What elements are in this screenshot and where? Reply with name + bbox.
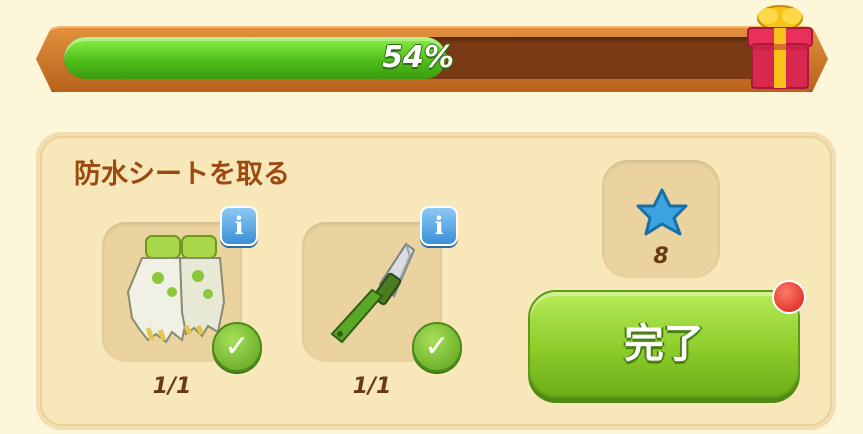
item-count: 1/1 [152,374,192,399]
info-button[interactable]: i [420,206,458,246]
info-button[interactable]: i [220,206,258,246]
checkmark-icon: ✓ [412,322,462,372]
reward-count: 8 [653,244,669,269]
gift-box-icon[interactable] [742,2,818,92]
notification-dot [772,280,806,314]
checkmark-icon: ✓ [212,322,262,372]
progress-label: 54% [382,40,454,75]
complete-button[interactable]: 完了 [528,290,800,398]
item-count: 1/1 [352,374,392,399]
complete-button-label: 完了 [624,321,704,367]
task-title: 防水シートを取る [74,159,290,190]
